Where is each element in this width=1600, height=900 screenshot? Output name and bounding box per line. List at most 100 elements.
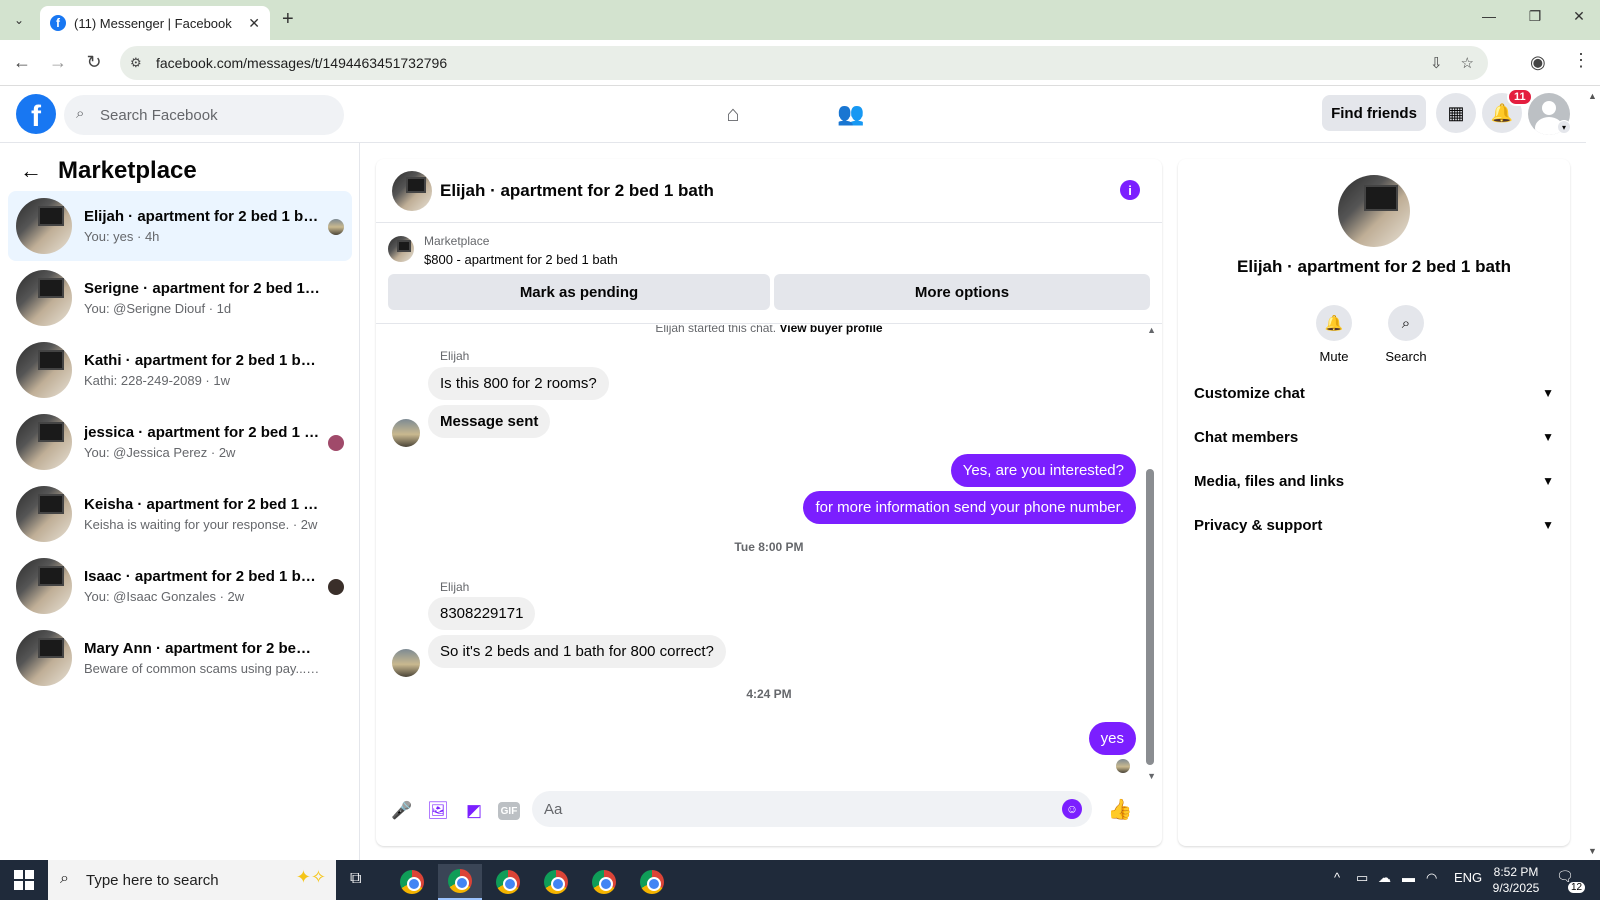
find-friends-button[interactable]: Find friends <box>1322 95 1426 131</box>
install-app-icon[interactable]: ⇩ <box>1430 54 1443 72</box>
chrome-taskbar-icon[interactable] <box>630 864 674 900</box>
tab-search-button[interactable]: ⌄ <box>6 8 32 32</box>
chevron-down-icon: ▼ <box>1542 518 1554 532</box>
facebook-search-input[interactable]: ⌕ Search Facebook <box>64 95 344 135</box>
taskbar-clock[interactable]: 8:52 PM 9/3/2025 <box>1486 864 1546 896</box>
site-info-icon[interactable]: ⚙ <box>130 55 142 71</box>
privacy-support-section[interactable]: Privacy & support ▼ <box>1194 505 1554 545</box>
incoming-message[interactable]: So it's 2 beds and 1 bath for 800 correc… <box>428 635 726 668</box>
menu-grid-icon[interactable]: ▦ <box>1436 93 1476 133</box>
onedrive-icon[interactable]: ☁ <box>1378 870 1391 886</box>
search-icon: ⌕ <box>1388 305 1424 341</box>
home-icon[interactable]: ⌂ <box>718 99 748 129</box>
info-icon[interactable]: i <box>1120 180 1140 200</box>
conversation-preview: You: @Jessica Perez · 2w <box>84 445 236 460</box>
page-scrollbar[interactable]: ▲ ▼ <box>1586 87 1600 860</box>
outgoing-message[interactable]: Yes, are you interested? <box>950 454 1136 487</box>
sticker-icon[interactable]: ◩ <box>462 799 486 823</box>
meet-now-icon[interactable]: ▭ <box>1356 870 1368 886</box>
minimize-button[interactable]: — <box>1474 8 1504 24</box>
chevron-down-icon: ▼ <box>1542 474 1554 488</box>
view-buyer-profile-link[interactable]: View buyer profile <box>779 325 882 335</box>
microphone-icon[interactable]: 🎤 <box>390 799 414 823</box>
new-tab-button[interactable]: + <box>282 8 294 31</box>
chevron-down-icon: ▼ <box>1542 386 1554 400</box>
reload-button[interactable]: ↻ <box>82 52 106 73</box>
conversation-name: Kathi · apartment for 2 bed 1 bath <box>84 352 320 369</box>
more-options-button[interactable]: More options <box>774 274 1150 310</box>
outgoing-message[interactable]: for more information send your phone num… <box>803 491 1136 524</box>
scroll-up-arrow-icon[interactable]: ▲ <box>1588 91 1597 101</box>
conversation-item[interactable]: Elijah · apartment for 2 bed 1 bath You: … <box>8 191 352 261</box>
chevron-down-icon[interactable]: ▾ <box>1557 120 1571 134</box>
url-text: facebook.com/messages/t/1494463451732796 <box>156 55 448 71</box>
chrome-taskbar-icon[interactable] <box>438 864 482 900</box>
conversation-item[interactable]: Kathi · apartment for 2 bed 1 bath Kathi:… <box>8 335 352 405</box>
facebook-header: f ⌕ Search Facebook ⌂ 👥 Find friends ▦ 🔔… <box>0 87 1600 143</box>
listing-thumbnail[interactable] <box>388 236 414 262</box>
incoming-message[interactable]: Message sent <box>428 405 551 438</box>
friends-icon[interactable]: 👥 <box>836 99 866 129</box>
back-arrow-icon[interactable]: ← <box>20 158 42 184</box>
customize-chat-section[interactable]: Customize chat ▼ <box>1194 373 1554 413</box>
show-hidden-icons-icon[interactable]: ^ <box>1334 870 1340 885</box>
chat-header: Elijah · apartment for 2 bed 1 bath i <box>376 159 1162 223</box>
facebook-logo-icon[interactable]: f <box>16 94 56 134</box>
scroll-down-arrow-icon[interactable]: ▼ <box>1588 846 1597 856</box>
media-files-links-section[interactable]: Media, files and links ▼ <box>1194 461 1554 501</box>
outgoing-message[interactable]: yes <box>1088 722 1136 755</box>
chrome-taskbar-icon[interactable] <box>582 864 626 900</box>
profile-icon[interactable]: ◉ <box>1530 52 1546 73</box>
taskbar-search-input[interactable]: ⌕ Type here to search ✦✧ <box>48 860 336 900</box>
conversation-item[interactable]: Keisha · apartment for 2 bed 1 bath Keish… <box>8 479 352 549</box>
maximize-button[interactable]: ❐ <box>1520 8 1550 25</box>
marketplace-listing-banner: Marketplace $800 - apartment for 2 bed 1… <box>376 224 1162 324</box>
tab-close-icon[interactable]: ✕ <box>248 15 260 32</box>
chrome-menu-icon[interactable]: ⋮ <box>1572 50 1590 71</box>
battery-icon[interactable]: ▬ <box>1402 870 1415 885</box>
sender-avatar[interactable] <box>392 419 420 447</box>
mute-button[interactable]: 🔔 Mute <box>1304 305 1364 364</box>
scroll-down-arrow-icon[interactable]: ▼ <box>1147 771 1156 781</box>
search-conversation-button[interactable]: ⌕ Search <box>1376 305 1436 364</box>
info-avatar[interactable] <box>1338 175 1410 247</box>
message-input[interactable]: Aa ☺ <box>532 791 1092 827</box>
conversation-item[interactable]: Isaac · apartment for 2 bed 1 bath You: @… <box>8 551 352 621</box>
chrome-taskbar-icon[interactable] <box>390 864 434 900</box>
language-indicator[interactable]: ENG <box>1454 870 1482 885</box>
sender-avatar[interactable] <box>392 649 420 677</box>
conversation-item[interactable]: Mary Ann · apartment for 2 bed 1 ... Bewa… <box>8 623 352 693</box>
search-highlight-icon[interactable]: ✦✧ <box>296 867 326 888</box>
chat-avatar[interactable] <box>392 170 432 211</box>
task-view-icon[interactable]: ⧉ <box>350 870 361 888</box>
thumbs-up-icon[interactable]: 👍 <box>1108 797 1133 821</box>
windows-start-icon[interactable] <box>14 870 34 890</box>
mark-as-pending-button[interactable]: Mark as pending <box>388 274 770 310</box>
chrome-taskbar-icon[interactable] <box>486 864 530 900</box>
browser-tab[interactable]: f (11) Messenger | Facebook ✕ <box>40 6 270 40</box>
close-window-button[interactable]: ✕ <box>1564 8 1594 25</box>
forward-button[interactable]: → <box>46 52 70 73</box>
conversation-preview: Keisha is waiting for your response. · 2… <box>84 517 318 532</box>
chat-scrollbar[interactable] <box>1146 469 1154 765</box>
listing-thumbnail <box>16 198 72 254</box>
conversation-item[interactable]: jessica · apartment for 2 bed 1 b... You:… <box>8 407 352 477</box>
bookmark-star-icon[interactable]: ☆ <box>1461 54 1474 72</box>
incoming-message[interactable]: 8308229171 <box>428 597 536 630</box>
photo-icon[interactable]: 🖼 <box>426 799 450 823</box>
incoming-message[interactable]: Is this 800 for 2 rooms? <box>428 367 609 400</box>
gif-icon[interactable]: GIF <box>498 802 520 820</box>
marketplace-label: Marketplace <box>424 234 490 248</box>
back-button[interactable]: ← <box>10 52 34 73</box>
chat-title[interactable]: Elijah · apartment for 2 bed 1 bath <box>440 181 714 201</box>
scroll-up-arrow-icon[interactable]: ▲ <box>1147 325 1156 335</box>
chrome-taskbar-icon[interactable] <box>534 864 578 900</box>
bell-icon: 🔔 <box>1316 305 1352 341</box>
notification-badge: 11 <box>1507 88 1533 106</box>
listing-price-title[interactable]: $800 - apartment for 2 bed 1 bath <box>424 252 618 267</box>
wifi-icon[interactable]: ◠ <box>1426 870 1437 886</box>
address-bar[interactable]: ⚙ facebook.com/messages/t/14944634517327… <box>120 46 1488 80</box>
conversation-item[interactable]: Serigne · apartment for 2 bed 1 bath You:… <box>8 263 352 333</box>
chat-members-section[interactable]: Chat members ▼ <box>1194 417 1554 457</box>
emoji-icon[interactable]: ☺ <box>1062 799 1082 819</box>
